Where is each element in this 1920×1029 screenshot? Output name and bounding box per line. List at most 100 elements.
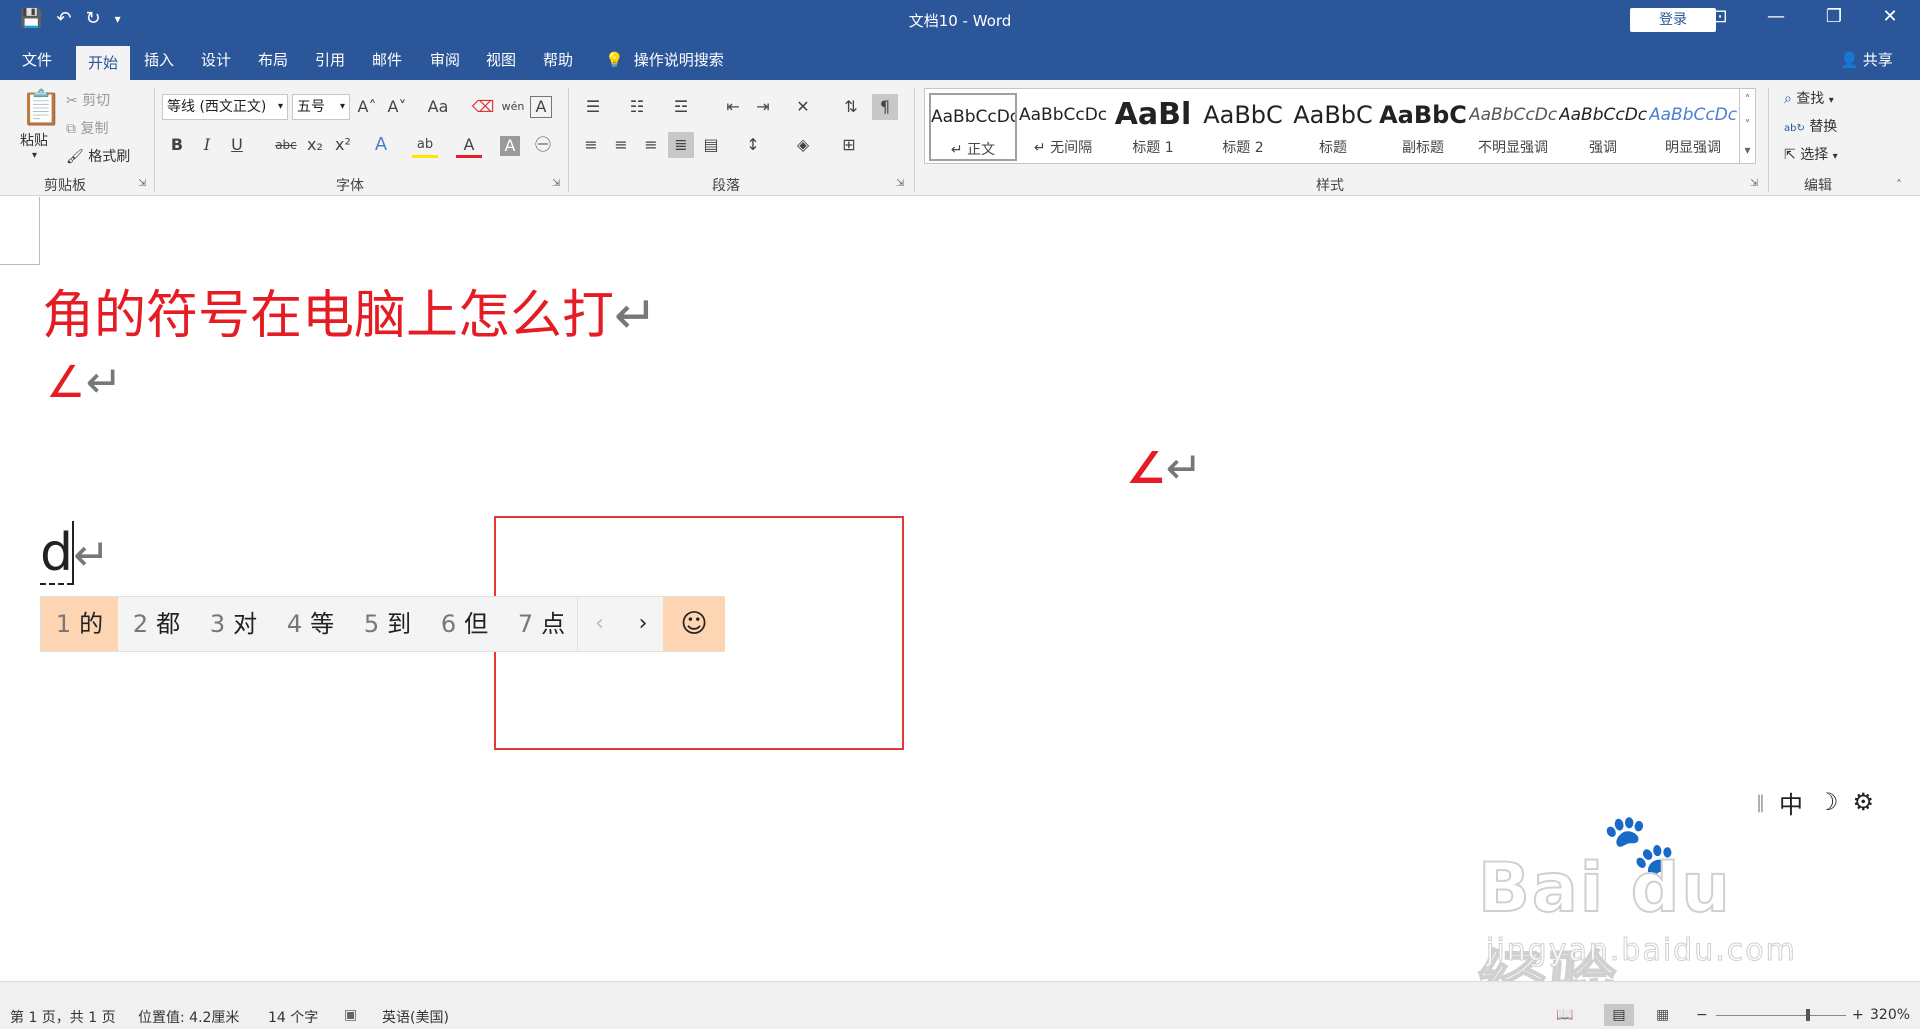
candidate-item[interactable]: 5到 (349, 597, 426, 651)
tab-references[interactable]: 引用 (315, 40, 345, 80)
tab-review[interactable]: 审阅 (430, 40, 460, 80)
numbering-icon[interactable]: ☷ (624, 94, 650, 120)
prev-page-icon[interactable]: ‹ (577, 597, 621, 651)
zoom-slider-thumb[interactable] (1806, 1009, 1810, 1021)
tab-mailings[interactable]: 邮件 (372, 40, 402, 80)
copy-button[interactable]: ⧉ 复制 (66, 118, 108, 138)
superscript-icon[interactable]: x² (330, 132, 356, 158)
font-size-combo[interactable]: 五号 ▾ (292, 94, 350, 120)
justify-icon[interactable]: ≣ (668, 132, 694, 158)
enclose-char-icon[interactable]: ㊀ (530, 132, 556, 158)
horizontal-scrollbar[interactable] (0, 981, 1920, 1001)
font-color-icon[interactable]: A (456, 132, 482, 158)
clipboard-launcher-icon[interactable]: ⇲ (138, 178, 146, 189)
gallery-scroll[interactable]: ˄ ˅ ▾ (1739, 88, 1755, 164)
sort-icon[interactable]: ⇅ (838, 94, 864, 120)
zoom-slider-track[interactable] (1716, 1015, 1846, 1016)
chinese-layout-icon[interactable]: ✕ (790, 94, 816, 120)
subscript-icon[interactable]: x₂ (302, 132, 328, 158)
restore-icon[interactable]: ❐ (1814, 6, 1854, 27)
tab-file[interactable]: 文件 (22, 40, 52, 80)
bold-icon[interactable]: B (164, 132, 190, 158)
decrease-indent-icon[interactable]: ⇤ (720, 94, 746, 120)
paste-button[interactable]: 粘贴 (20, 130, 48, 150)
align-left-icon[interactable]: ≡ (578, 132, 604, 158)
styles-launcher-icon[interactable]: ⇲ (1750, 178, 1758, 189)
close-icon[interactable]: ✕ (1870, 6, 1910, 27)
language-status[interactable]: 英语(美国) (382, 1007, 449, 1027)
increase-indent-icon[interactable]: ⇥ (750, 94, 776, 120)
tell-me-search[interactable]: 💡 操作说明搜索 (605, 40, 724, 80)
tab-design[interactable]: 设计 (201, 40, 231, 80)
text-effects-icon[interactable]: A (368, 132, 394, 158)
change-case-icon[interactable]: Aa (420, 94, 456, 120)
line-spacing-icon[interactable]: ↕ (740, 132, 766, 158)
phonetic-guide-icon[interactable]: wén (500, 94, 526, 120)
bullets-icon[interactable]: ☰ (580, 94, 606, 120)
find-button[interactable]: ⌕ 查找 ▾ (1784, 88, 1834, 108)
font-name-combo[interactable]: 等线 (西文正文) ▾ (162, 94, 288, 120)
show-marks-icon[interactable]: ¶ (872, 94, 898, 120)
shading-icon[interactable]: ◈ (790, 132, 816, 158)
emoji-icon[interactable]: ☺ (663, 597, 725, 651)
borders-icon[interactable]: ⊞ (836, 132, 862, 158)
multilevel-list-icon[interactable]: ☲ (668, 94, 694, 120)
candidate-item[interactable]: 6但 (426, 597, 503, 651)
strikethrough-icon[interactable]: abc (270, 132, 302, 158)
style-normal[interactable]: AaBbCcDc ↵ 正文 (929, 93, 1017, 161)
zoom-out-icon[interactable]: − (1696, 1007, 1708, 1023)
font-launcher-icon[interactable]: ⇲ (552, 178, 560, 189)
underline-icon[interactable]: U (224, 132, 250, 158)
align-right-icon[interactable]: ≡ (638, 132, 664, 158)
style-emphasis[interactable]: AaBbCcDc 强调 (1559, 93, 1647, 161)
select-button[interactable]: ⇱ 选择 ▾ (1784, 144, 1838, 164)
gear-icon[interactable]: ⚙ (1853, 788, 1875, 816)
style-subtitle[interactable]: AaBbC 副标题 (1379, 93, 1467, 161)
candidate-item[interactable]: 2都 (118, 597, 195, 651)
tab-help[interactable]: 帮助 (543, 40, 573, 80)
style-intense-emphasis[interactable]: AaBbCcDc 明显强调 (1649, 93, 1737, 161)
paragraph-launcher-icon[interactable]: ⇲ (896, 178, 904, 189)
style-subtle-emphasis[interactable]: AaBbCcDc 不明显强调 (1469, 93, 1557, 161)
candidate-item[interactable]: 3对 (195, 597, 272, 651)
paste-icon[interactable]: 📋 (20, 88, 62, 128)
highlight-icon[interactable]: ab (412, 132, 438, 158)
char-shading-icon[interactable]: A (500, 136, 520, 156)
moon-icon[interactable]: ☽ (1817, 788, 1839, 816)
collapse-ribbon-icon[interactable]: ˄ (1896, 178, 1902, 192)
proofing-icon[interactable]: ▣ (344, 1007, 357, 1023)
replace-button[interactable]: ab↻ 替换 (1784, 116, 1837, 136)
print-layout-icon[interactable]: ▤ (1604, 1004, 1634, 1026)
candidate-item[interactable]: 7点 (503, 597, 580, 651)
word-count[interactable]: 14 个字 (268, 1007, 318, 1027)
candidate-item[interactable]: 4等 (272, 597, 349, 651)
web-layout-icon[interactable]: ▦ (1656, 1007, 1669, 1023)
char-border-icon[interactable]: A (530, 96, 552, 118)
format-painter-button[interactable]: 🖌 格式刷 (66, 146, 130, 166)
share-button[interactable]: 👤 共享 (1840, 40, 1893, 80)
italic-icon[interactable]: I (194, 132, 220, 158)
tab-insert[interactable]: 插入 (144, 40, 174, 80)
shrink-font-icon[interactable]: A˅ (384, 94, 410, 120)
style-heading-1[interactable]: AaBl 标题 1 (1109, 93, 1197, 161)
next-page-icon[interactable]: › (621, 597, 665, 651)
paste-dropdown-icon[interactable]: ▾ (32, 150, 37, 161)
style-title[interactable]: AaBbC 标题 (1289, 93, 1377, 161)
tab-home[interactable]: 开始 (76, 46, 131, 80)
style-no-spacing[interactable]: AaBbCcDc ↵ 无间隔 (1019, 93, 1107, 161)
page-count[interactable]: 第 1 页，共 1 页 (10, 1007, 116, 1027)
tab-view[interactable]: 视图 (486, 40, 516, 80)
position-value[interactable]: 位置值: 4.2厘米 (138, 1007, 239, 1027)
minimize-icon[interactable]: — (1756, 6, 1796, 27)
align-center-icon[interactable]: ≡ (608, 132, 634, 158)
candidate-item[interactable]: 1的 (41, 597, 118, 651)
document-page[interactable]: 角的符号在电脑上怎么打↵ ∠↵ ∠↵ d↵ ‖ 中 ☽ ⚙ 🐾 Bai du 经… (0, 197, 1920, 1025)
style-heading-2[interactable]: AaBbC 标题 2 (1199, 93, 1287, 161)
grow-font-icon[interactable]: A˄ (354, 94, 380, 120)
clear-format-icon[interactable]: ⌫ (470, 94, 496, 120)
cut-button[interactable]: ✂ 剪切 (66, 90, 110, 110)
tab-layout[interactable]: 布局 (258, 40, 288, 80)
distributed-icon[interactable]: ▤ (698, 132, 724, 158)
zoom-in-icon[interactable]: + (1852, 1007, 1864, 1023)
read-mode-icon[interactable]: 📖 (1556, 1007, 1573, 1023)
